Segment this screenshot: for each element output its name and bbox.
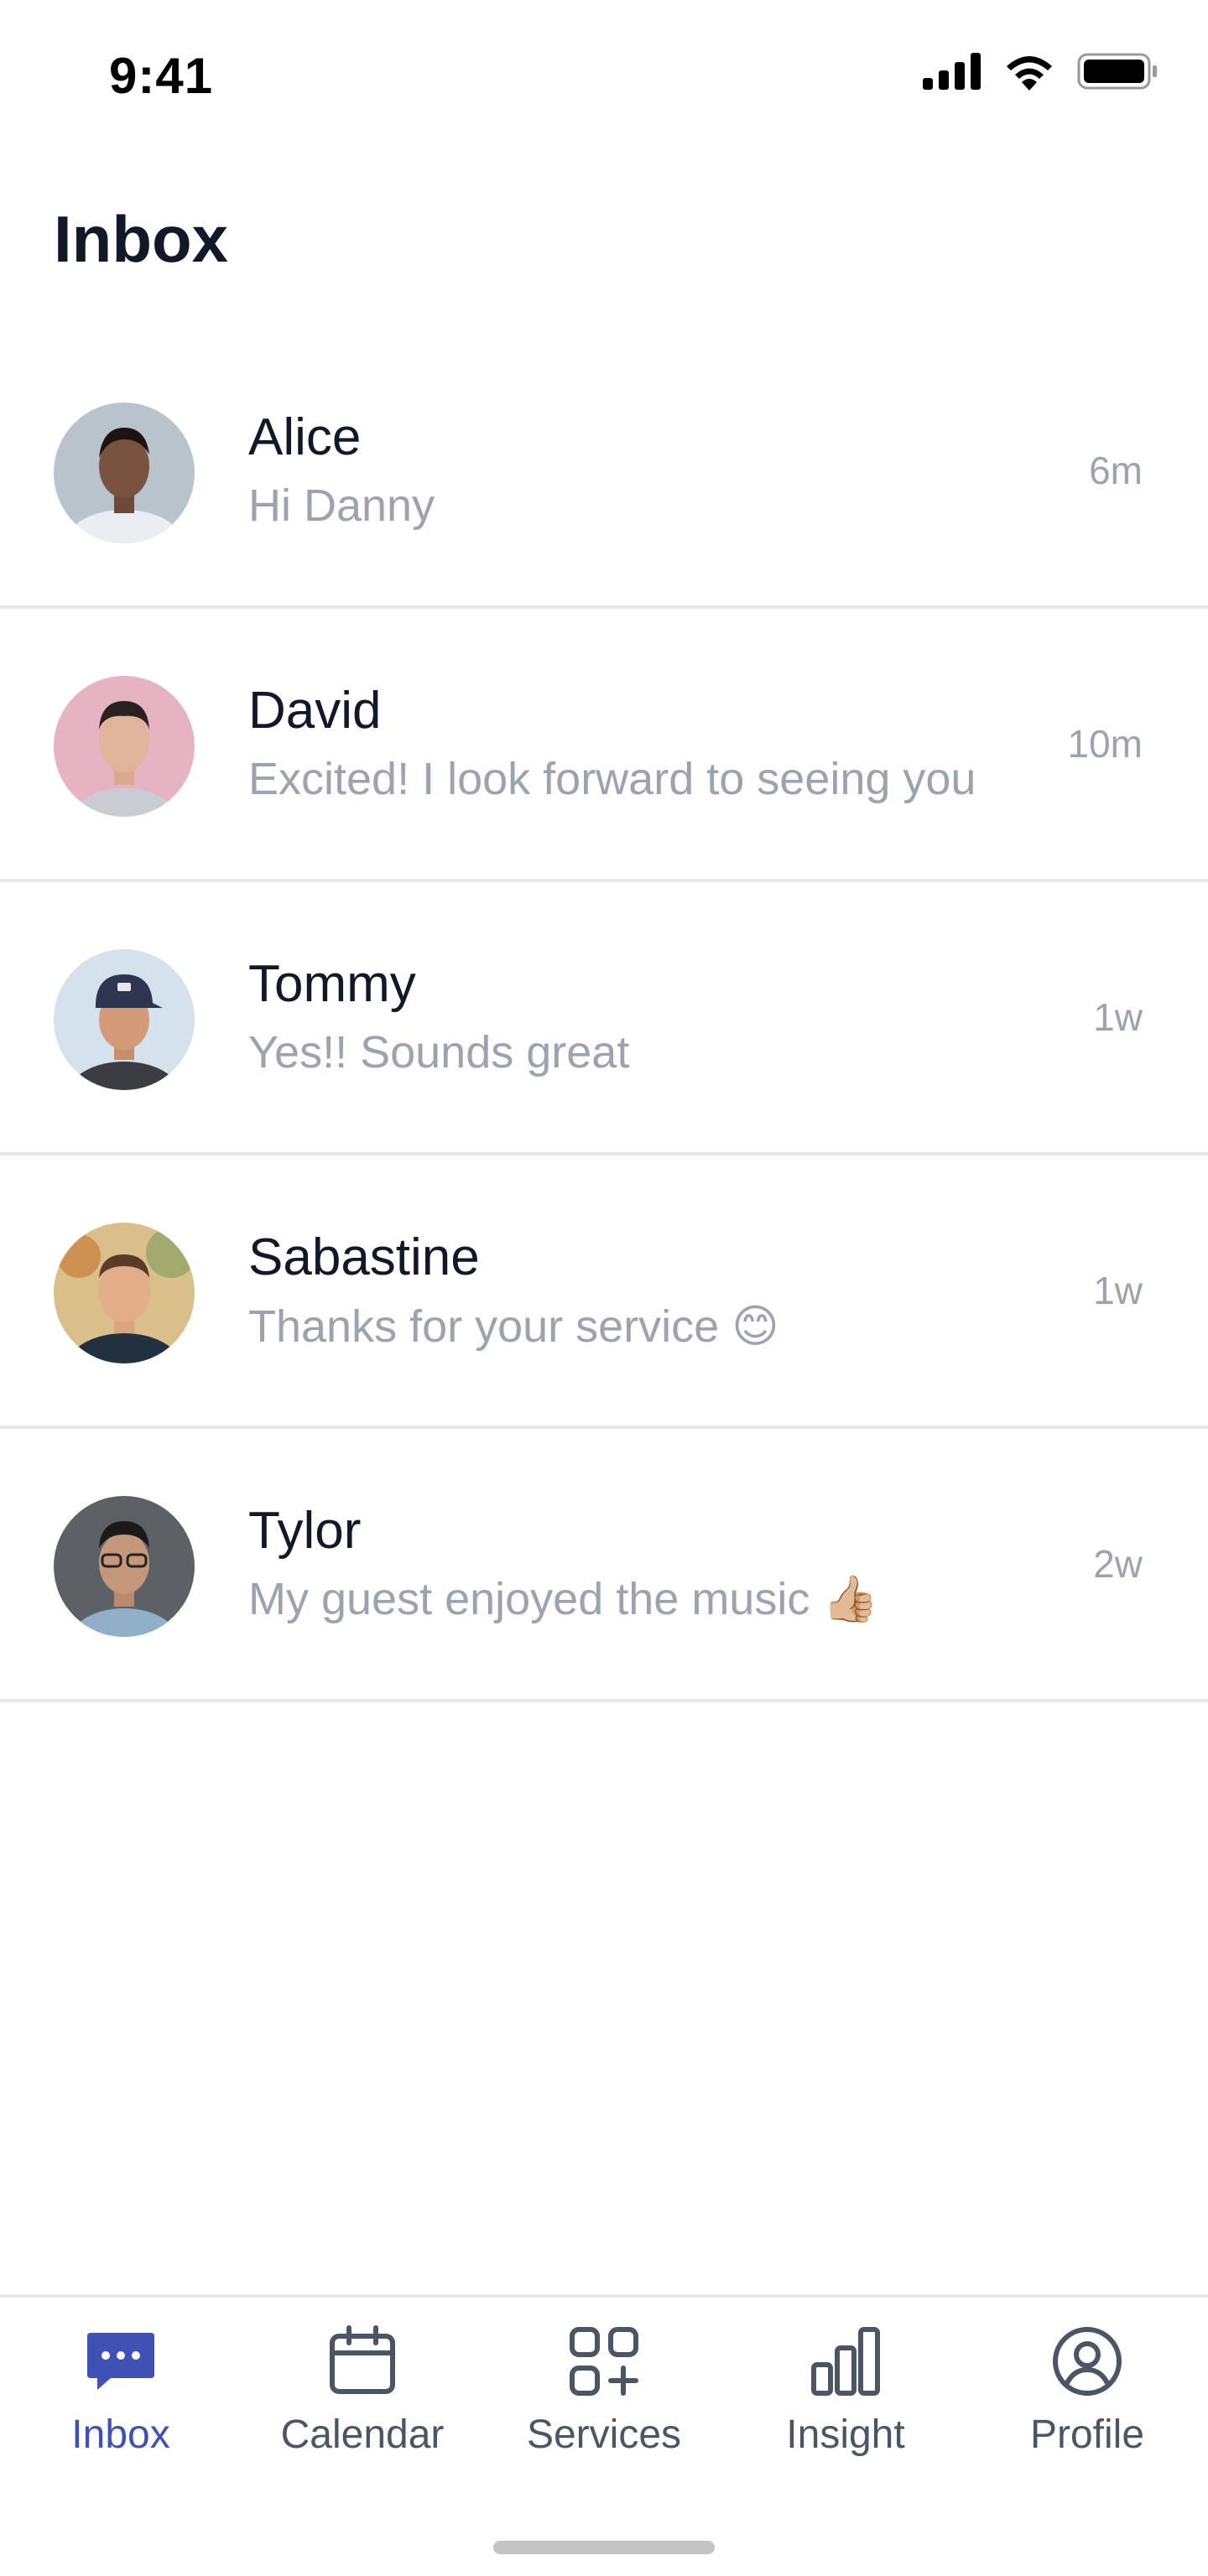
conversation-preview: Thanks for your service 😊 bbox=[248, 1301, 779, 1352]
tab-label: Insight bbox=[786, 2412, 905, 2457]
cellular-signal-icon bbox=[923, 53, 981, 90]
avatar bbox=[54, 676, 195, 817]
conversation-preview: Yes!! Sounds great bbox=[248, 1027, 630, 1078]
home-indicator bbox=[493, 2541, 715, 2554]
tab-label: Services bbox=[526, 2412, 682, 2457]
conversation-item-tylor[interactable]: Tylor My guest enjoyed the music 👍🏼 2w bbox=[0, 1429, 1208, 1702]
tab-services[interactable]: Services bbox=[483, 2323, 725, 2490]
tab-calendar[interactable]: Calendar bbox=[242, 2323, 483, 2490]
calendar-icon bbox=[330, 2325, 395, 2394]
status-icons bbox=[923, 52, 1158, 91]
avatar bbox=[54, 402, 195, 543]
conversation-item-sabastine[interactable]: Sabastine Thanks for your service 😊 1w bbox=[0, 1156, 1208, 1429]
avatar bbox=[54, 1496, 195, 1637]
tab-label: Calendar bbox=[280, 2412, 445, 2457]
user-circle-icon bbox=[1053, 2327, 1122, 2396]
conversation-name: Tylor bbox=[248, 1502, 362, 1560]
conversation-time: 1w bbox=[1093, 1269, 1143, 1312]
status-bar: 9:41 bbox=[0, 0, 1208, 151]
tab-label: Profile bbox=[1029, 2412, 1145, 2457]
battery-icon bbox=[1077, 53, 1157, 90]
conversation-name: David bbox=[248, 682, 382, 740]
tab-inbox[interactable]: Inbox bbox=[0, 2323, 242, 2490]
conversation-item-tommy[interactable]: Tommy Yes!! Sounds great 1w bbox=[0, 882, 1208, 1156]
conversation-time: 2w bbox=[1093, 1542, 1143, 1586]
avatar bbox=[54, 1223, 195, 1363]
conversation-time: 10m bbox=[1067, 722, 1143, 766]
bottom-tab-bar: Inbox Calendar Services Insight Profile bbox=[0, 2294, 1208, 2576]
conversation-preview: Excited! I look forward to seeing you bbox=[248, 754, 976, 804]
wifi-icon bbox=[1007, 56, 1052, 91]
tab-insight[interactable]: Insight bbox=[725, 2323, 966, 2490]
page-title: Inbox bbox=[54, 202, 228, 276]
conversation-list: Alice Hi Danny 6m David Excited! I look … bbox=[0, 335, 1208, 1702]
conversation-time: 1w bbox=[1093, 995, 1143, 1039]
bar-chart-icon bbox=[811, 2327, 880, 2396]
conversation-name: Sabastine bbox=[248, 1228, 480, 1286]
chat-bubble-icon bbox=[87, 2333, 154, 2390]
grid-plus-icon bbox=[570, 2327, 638, 2396]
conversation-time: 6m bbox=[1089, 449, 1143, 492]
conversation-name: Tommy bbox=[248, 955, 416, 1013]
conversation-item-alice[interactable]: Alice Hi Danny 6m bbox=[0, 335, 1208, 609]
avatar bbox=[54, 949, 195, 1090]
tab-label: Inbox bbox=[71, 2412, 170, 2457]
conversation-preview: Hi Danny bbox=[248, 480, 435, 531]
conversation-preview: My guest enjoyed the music 👍🏼 bbox=[248, 1574, 879, 1624]
conversation-item-david[interactable]: David Excited! I look forward to seeing … bbox=[0, 609, 1208, 882]
conversation-name: Alice bbox=[248, 408, 362, 466]
tab-profile[interactable]: Profile bbox=[966, 2323, 1208, 2490]
status-time: 9:41 bbox=[109, 48, 214, 104]
